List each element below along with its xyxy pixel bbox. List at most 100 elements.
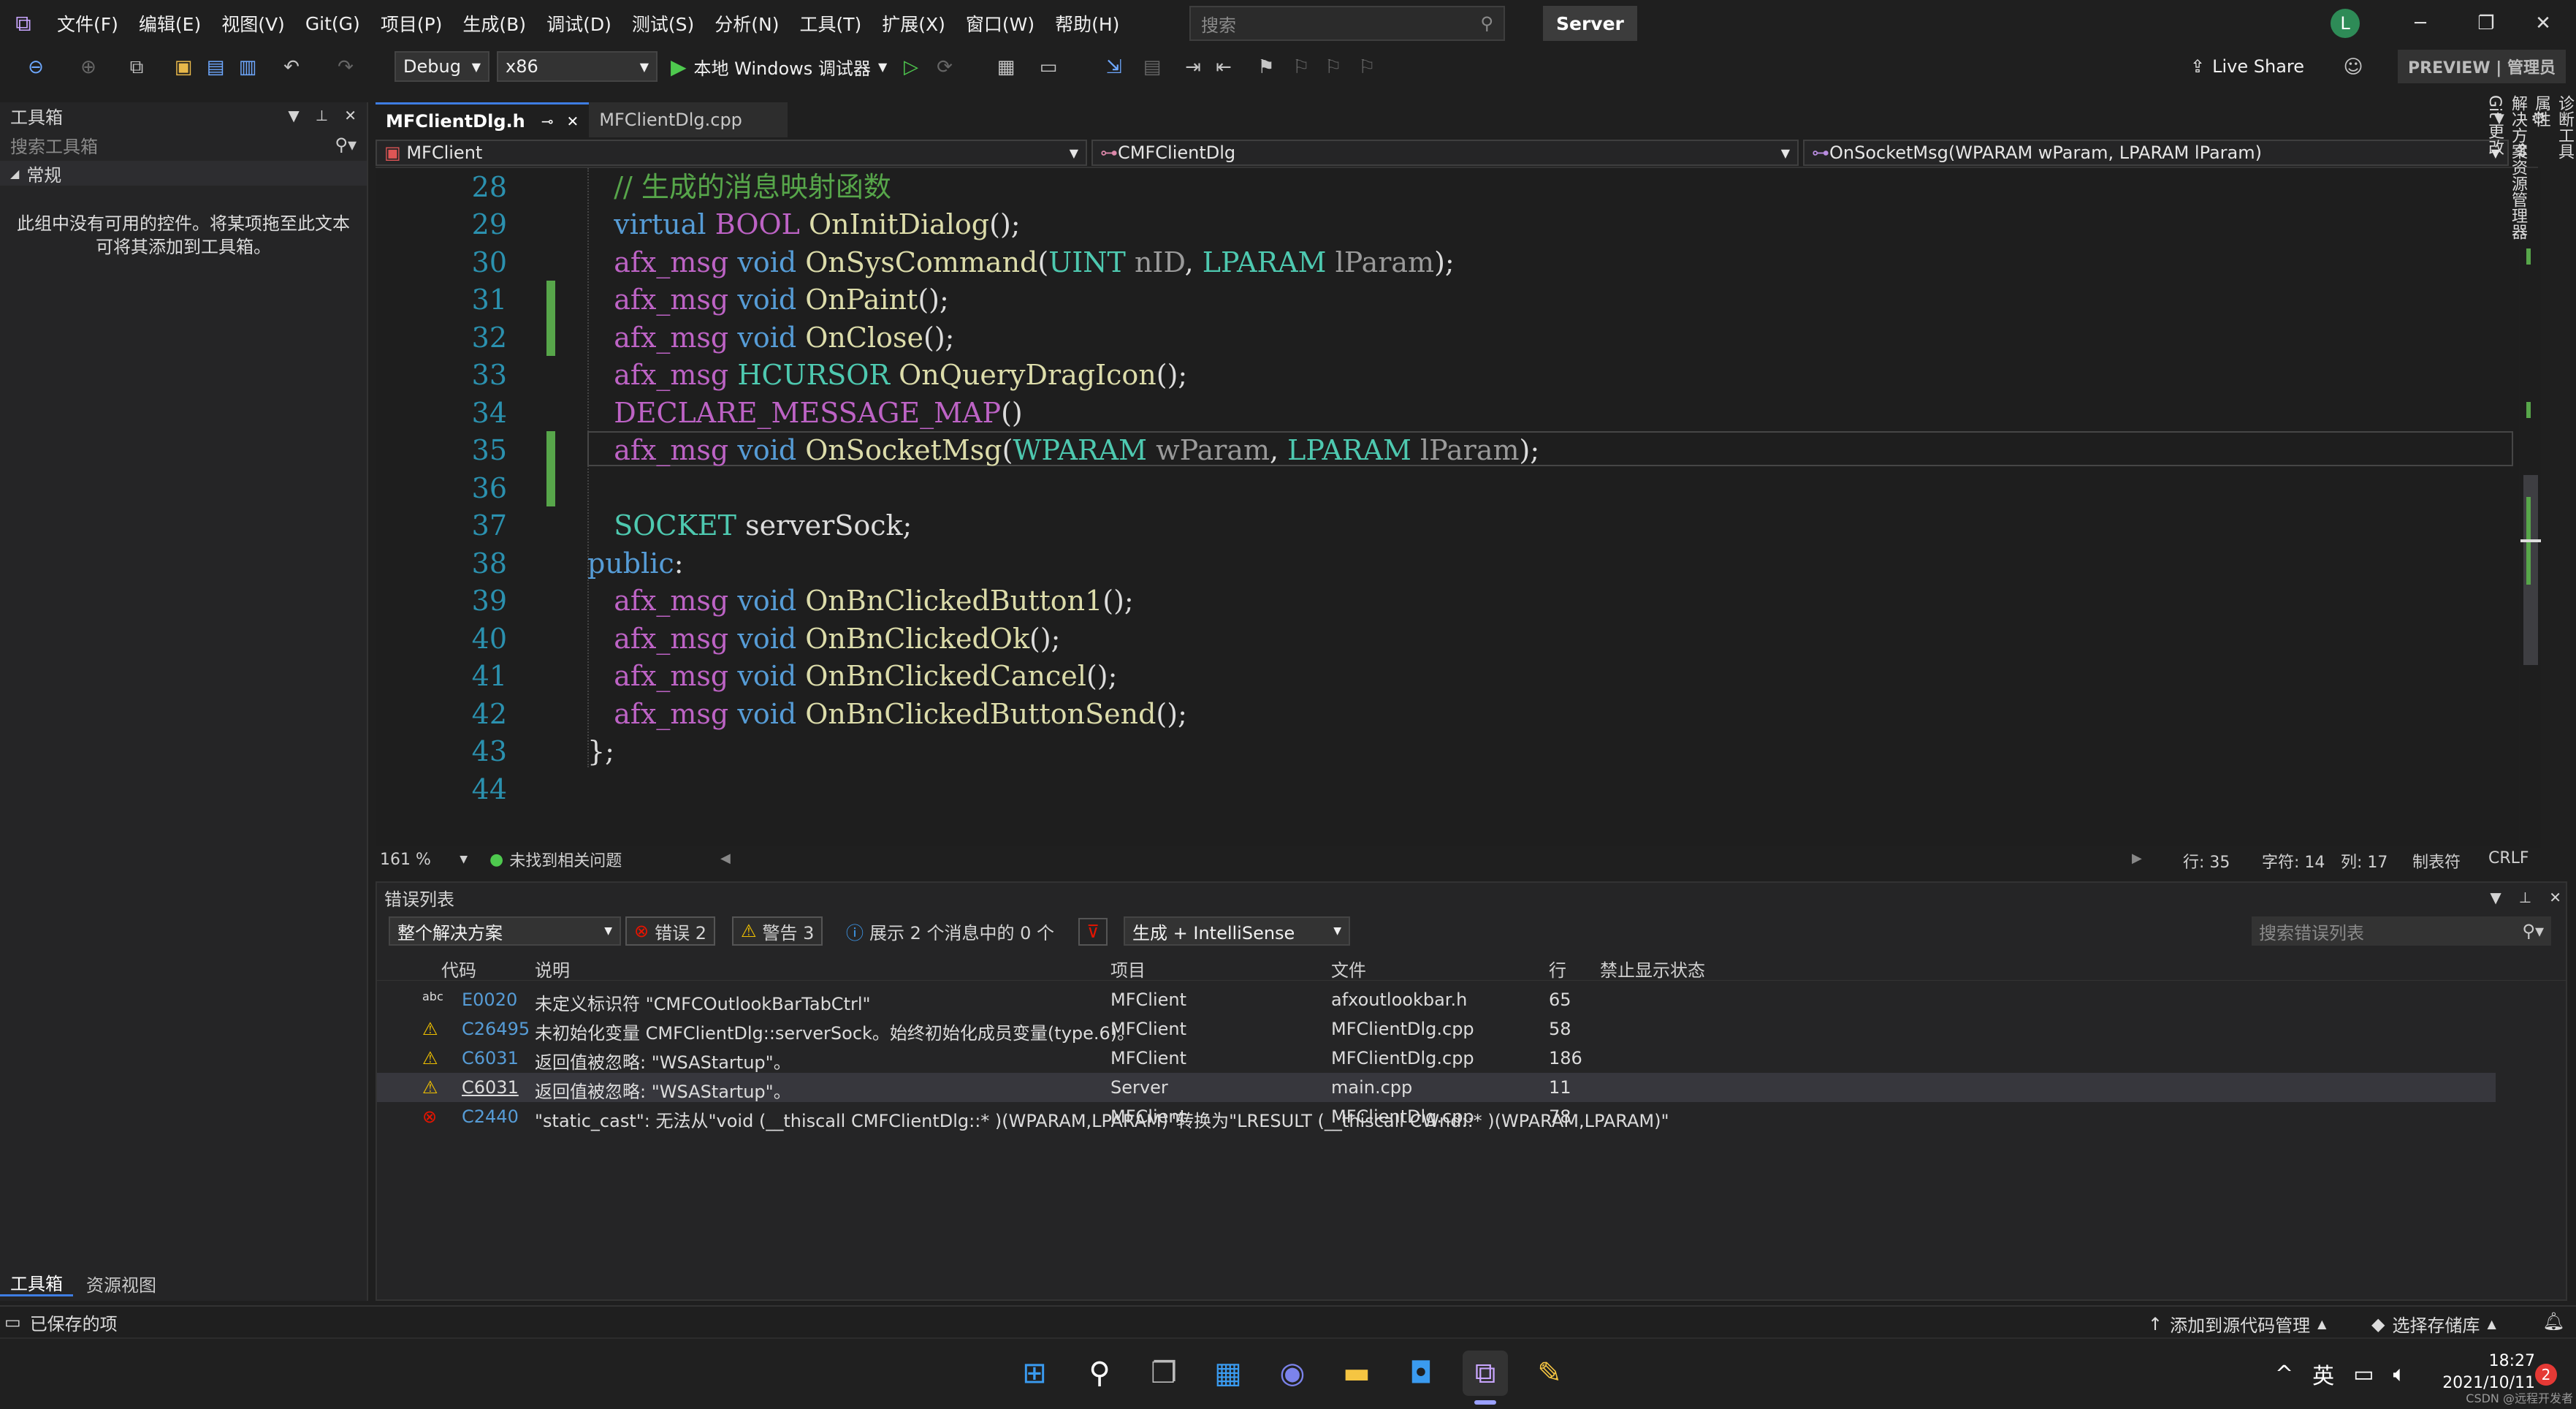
- tab-properties[interactable]: 属性: [2529, 95, 2553, 488]
- error-row[interactable]: abc E0020 未定义标识符 "CMFCOutlookBarTabCtrl"…: [377, 985, 2496, 1014]
- menu-file[interactable]: 文件(F): [47, 0, 129, 47]
- warnings-filter-button[interactable]: ⚠ 警告 3: [732, 916, 823, 946]
- chevron-up-icon[interactable]: ^: [2275, 1361, 2293, 1387]
- next-bookmark-icon[interactable]: ⚐: [1318, 53, 1349, 82]
- menu-edit[interactable]: 编辑(E): [129, 0, 211, 47]
- zoom-dropdown[interactable]: 161 % ▼: [376, 851, 468, 869]
- layout-icon[interactable]: ▭: [1033, 53, 1064, 82]
- menu-build[interactable]: 生成(B): [452, 0, 536, 47]
- menu-extensions[interactable]: 扩展(X): [872, 0, 956, 47]
- volume-icon[interactable]: 🔈︎: [2393, 1361, 2407, 1387]
- select-repo-button[interactable]: ◆ 选择存储库 ▲: [2371, 1311, 2496, 1337]
- format-icon[interactable]: ▤: [1137, 53, 1167, 82]
- menu-help[interactable]: 帮助(H): [1045, 0, 1129, 47]
- menu-test[interactable]: 测试(S): [622, 0, 704, 47]
- redo-icon[interactable]: ↷: [330, 53, 361, 82]
- vs-logo-icon[interactable]: ⧉: [7, 7, 39, 39]
- chat-icon[interactable]: ◉: [1270, 1351, 1315, 1396]
- config-dropdown[interactable]: Debug ▼: [395, 51, 489, 82]
- menu-tools[interactable]: 工具(T): [789, 0, 872, 47]
- menu-git[interactable]: Git(G): [295, 0, 370, 47]
- tab-mfclientdlg-h[interactable]: MFClientDlg.h ⊸ ✕: [376, 102, 590, 137]
- column-project[interactable]: 项目: [1110, 956, 1146, 981]
- step-icon[interactable]: ⇲: [1099, 53, 1129, 82]
- menu-window[interactable]: 窗口(W): [956, 0, 1045, 47]
- error-search-input[interactable]: 搜索错误列表 ⚲▾: [2252, 916, 2551, 946]
- save-icon[interactable]: ▤: [200, 53, 231, 82]
- restore-icon[interactable]: ❐: [2453, 0, 2519, 47]
- errors-filter-button[interactable]: ⊗ 错误 2: [625, 916, 716, 946]
- undo-icon[interactable]: ↶: [276, 53, 307, 82]
- column-suppression[interactable]: 禁止显示状态: [1600, 956, 1705, 981]
- column-file[interactable]: 文件: [1331, 956, 1366, 981]
- tab-toolbox[interactable]: 工具箱: [0, 1270, 73, 1296]
- start-without-debug-icon[interactable]: ▷: [896, 53, 926, 82]
- add-source-control-button[interactable]: ↑ 添加到源代码管理 ▲: [2148, 1311, 2326, 1337]
- project-dropdown[interactable]: ▣ MFClient ▼: [376, 140, 1087, 166]
- filter-icon[interactable]: ⊽: [1078, 918, 1108, 946]
- eol-indicator[interactable]: CRLF: [2488, 849, 2529, 867]
- notification-badge[interactable]: 2: [2535, 1364, 2557, 1386]
- task-view-icon[interactable]: ❐: [1141, 1351, 1186, 1396]
- error-code[interactable]: E0020: [462, 990, 517, 1010]
- menu-view[interactable]: 视图(V): [211, 0, 295, 47]
- member-dropdown[interactable]: ⊶OnSocketMsg(WPARAM wParam, LPARAM lPara…: [1803, 140, 2509, 166]
- store-icon[interactable]: ◘: [1398, 1351, 1444, 1396]
- avatar[interactable]: L: [2331, 9, 2360, 38]
- feedback-icon[interactable]: ☺: [2338, 53, 2369, 82]
- error-code[interactable]: C6031: [462, 1048, 519, 1068]
- forward-icon[interactable]: ⊕: [73, 53, 104, 82]
- outdent-icon[interactable]: ⇤: [1208, 53, 1239, 82]
- open-folder-icon[interactable]: ▣: [168, 53, 199, 82]
- platform-dropdown[interactable]: x86 ▼: [497, 51, 658, 82]
- scope-dropdown[interactable]: 整个解决方案 ▼: [389, 916, 621, 946]
- widgets-icon[interactable]: ▦: [1205, 1351, 1251, 1396]
- search-input[interactable]: 搜索 ⚲: [1189, 6, 1505, 41]
- new-project-icon[interactable]: ⧉: [121, 53, 152, 82]
- error-code[interactable]: C6031: [462, 1077, 519, 1098]
- close-icon[interactable]: ✕: [566, 113, 579, 130]
- start-icon[interactable]: ⊞: [1012, 1351, 1057, 1396]
- indent-icon[interactable]: ⇥: [1178, 53, 1208, 82]
- toolbox-search-input[interactable]: 搜索工具箱 ⚲▾: [0, 132, 367, 158]
- column-code[interactable]: 代码: [441, 956, 476, 981]
- column-description[interactable]: 说明: [535, 956, 570, 981]
- start-debug-button[interactable]: ▶ 本地 Windows 调试器 ▼: [671, 51, 887, 82]
- class-dropdown[interactable]: ⊶CMFClientDlg ▼: [1091, 140, 1799, 166]
- close-icon[interactable]: ✕: [2510, 0, 2576, 47]
- error-code[interactable]: C2440: [462, 1106, 519, 1127]
- menu-debug[interactable]: 调试(D): [536, 0, 622, 47]
- search-icon[interactable]: ⚲: [1077, 1351, 1122, 1396]
- file-explorer-icon[interactable]: ▬: [1334, 1351, 1379, 1396]
- error-row[interactable]: ⊗ C2440 "static_cast": 无法从"void (__thisc…: [377, 1102, 2496, 1131]
- scroll-right-icon[interactable]: ▶: [2132, 851, 2142, 866]
- bookmark-icon[interactable]: ⚑: [1251, 53, 1281, 82]
- menu-project[interactable]: 项目(P): [370, 0, 453, 47]
- dropdown-icon[interactable]: ▼: [288, 107, 299, 124]
- scroll-left-icon[interactable]: ◀: [720, 851, 731, 866]
- tab-resource-view[interactable]: 资源视图: [76, 1270, 167, 1296]
- source-dropdown[interactable]: 生成 + IntelliSense ▼: [1124, 916, 1350, 946]
- column-line[interactable]: 行: [1549, 956, 1566, 981]
- pin-icon[interactable]: ⊸: [541, 113, 554, 130]
- clock[interactable]: 18:27 2021/10/11: [2440, 1351, 2535, 1394]
- error-row[interactable]: ⚠ C6031 返回值被忽略: "WSAStartup"。 MFClient M…: [377, 1044, 2496, 1073]
- close-icon[interactable]: ✕: [2549, 889, 2561, 906]
- error-code[interactable]: C26495: [462, 1019, 530, 1039]
- network-icon[interactable]: ▭: [2353, 1361, 2374, 1387]
- live-share-button[interactable]: ⇪ Live Share: [2190, 51, 2304, 82]
- menu-analyze[interactable]: 分析(N): [704, 0, 789, 47]
- tab-mfclientdlg-cpp[interactable]: MFClientDlg.cpp: [589, 102, 788, 137]
- toolbox-group-general[interactable]: ◢ 常规: [0, 161, 367, 186]
- visual-studio-icon[interactable]: ⧉: [1463, 1351, 1508, 1396]
- tab-solution-explorer[interactable]: 解决方案资源管理器: [2506, 95, 2529, 488]
- bell-icon[interactable]: 🔔︎: [2542, 1311, 2564, 1332]
- ime-indicator[interactable]: 英: [2312, 1358, 2334, 1390]
- error-row[interactable]: ⚠ C26495 未初始化变量 CMFClientDlg::serverSock…: [377, 1014, 2496, 1044]
- pin-icon[interactable]: ⊥: [316, 107, 328, 124]
- clear-bookmarks-icon[interactable]: ⚐: [1352, 53, 1382, 82]
- tool-icon[interactable]: ✎: [1527, 1351, 1572, 1396]
- refresh-icon[interactable]: ⟳: [929, 53, 960, 82]
- prev-bookmark-icon[interactable]: ⚐: [1286, 53, 1316, 82]
- dropdown-icon[interactable]: ▼: [2490, 889, 2501, 906]
